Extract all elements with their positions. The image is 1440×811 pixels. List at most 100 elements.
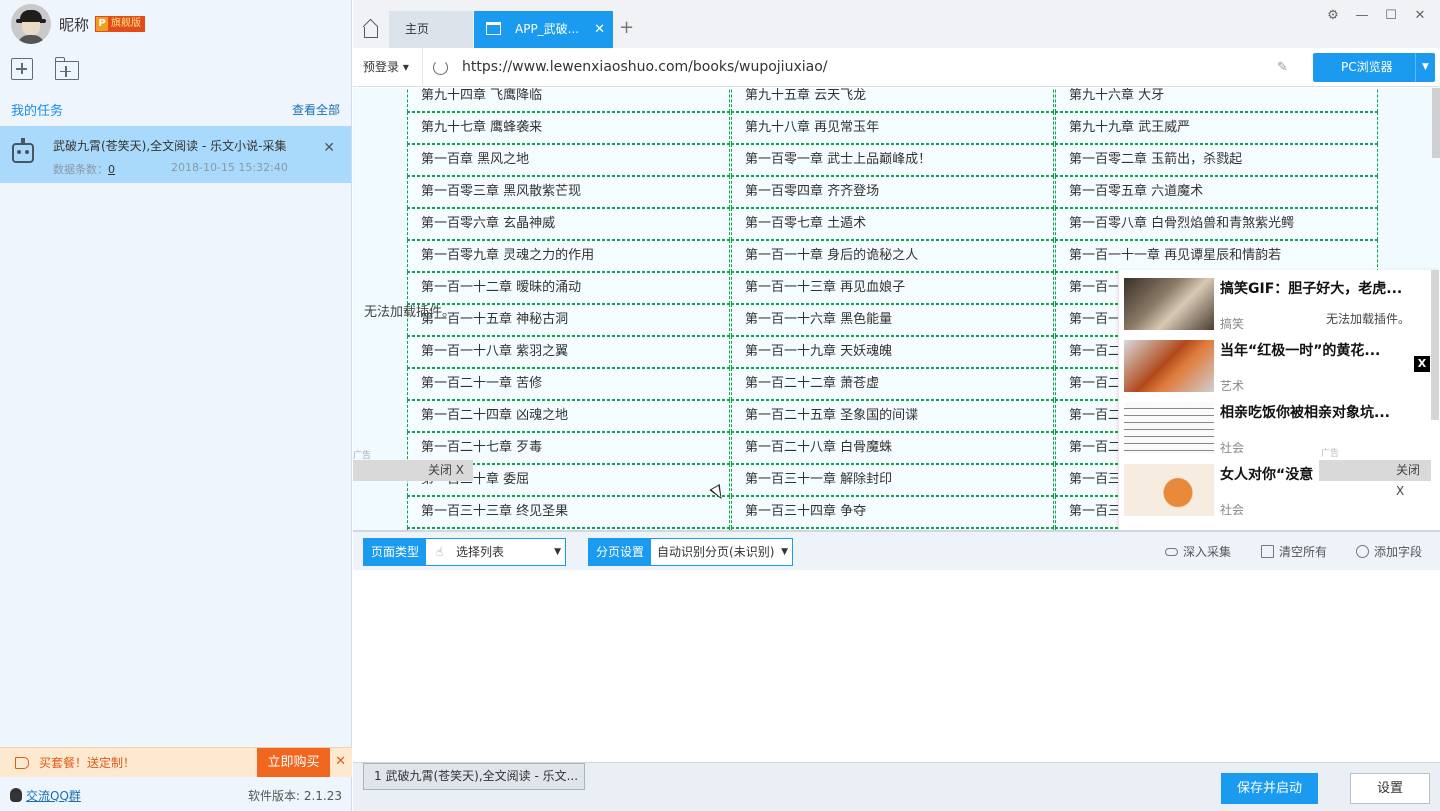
new-task-icon[interactable]: [11, 58, 33, 80]
ad-category: 艺术: [1220, 379, 1245, 393]
chapter-link[interactable]: 第九十八章 再见常玉年: [731, 112, 1054, 144]
chapter-link[interactable]: 第一百一十二章 暧昧的涌动: [407, 272, 730, 304]
web-view[interactable]: 第九十四章 飞鹰降临 第九十五章 云天飞龙 第九十六章 大牙 第九十七章 鹰蜂袭来 第九…: [353, 88, 1440, 530]
clear-all-button[interactable]: 清空所有: [1261, 543, 1327, 560]
url-input[interactable]: https://www.lewenxiaoshuo.com/books/wupo…: [462, 52, 1277, 82]
plugin-message: 无法加载插件。: [364, 305, 456, 320]
ad-dismiss-icon[interactable]: X: [1414, 356, 1430, 372]
chapter-link[interactable]: 第一百一十九章 天妖魂魄: [731, 336, 1054, 368]
ad-item[interactable]: 相亲吃饭你被相亲对象坑... 社会: [1124, 402, 1424, 462]
chapter-link[interactable]: 第一百零二章 玉箭出，杀戮起: [1055, 144, 1378, 176]
chapter-link[interactable]: 第一百二十五章 圣象国的间谍: [731, 400, 1054, 432]
chapter-link[interactable]: 第一百零四章 齐齐登场: [731, 176, 1054, 208]
chapter-link[interactable]: 第一百章 黑风之地: [407, 144, 730, 176]
ad-title: 搞笑GIF：胆子好大，老虎...: [1220, 281, 1403, 297]
ad-scrollbar[interactable]: [1431, 270, 1439, 420]
chapter-link[interactable]: 第一百二十八章 白骨魔蛛: [731, 432, 1054, 464]
browser-dropdown-icon[interactable]: ▼: [1415, 53, 1435, 82]
link-icon: [1165, 547, 1178, 556]
chapter-row: 第一百章 黑风之地 第一百零一章 武士上品巅峰成！ 第一百零二章 玉箭出，杀戮起: [407, 144, 1378, 176]
chapter-link[interactable]: 第九十九章 武王威严: [1055, 112, 1378, 144]
chapter-link[interactable]: 第一百二十四章 凶魂之地: [407, 400, 730, 432]
ad-close-left-button[interactable]: 关闭 X: [353, 460, 473, 481]
ad-thumbnail: [1124, 402, 1214, 454]
task-header: 我的任务 查看全部: [0, 92, 351, 126]
chapter-link[interactable]: 第一百零五章 六道魔术: [1055, 176, 1378, 208]
ad-title: 当年“红极一时”的黄花...: [1220, 343, 1381, 359]
chapter-link[interactable]: 第一百三十一章 解除封印: [731, 464, 1054, 496]
page-type-value[interactable]: ☝ 选择列表 ▼: [426, 539, 565, 565]
reload-icon[interactable]: [433, 59, 448, 75]
chapter-link[interactable]: 第一百一十六章 黑色能量: [731, 304, 1054, 336]
qq-group-link[interactable]: 交流QQ群: [10, 787, 81, 804]
ad-item[interactable]: 当年“红极一时”的黄花... 艺术: [1124, 340, 1424, 400]
sidebar-footer: 交流QQ群 软件版本: 2.1.23: [0, 779, 352, 811]
promo-banner: 买套餐！送定制！ 立即购买 ✕: [0, 747, 352, 777]
page-type-label: 页面类型: [364, 539, 427, 565]
chapter-link[interactable]: 第一百一十八章 紫羽之翼: [407, 336, 730, 368]
task-tab[interactable]: 1 武破九霄(苍笑天),全文阅读 - 乐文...: [363, 763, 585, 790]
chapter-link[interactable]: 第一百零三章 黑风散紫芒现: [407, 176, 730, 208]
home-icon[interactable]: [353, 11, 389, 48]
chapter-link[interactable]: 第一百三十四章 争夺: [731, 496, 1054, 528]
chapter-link[interactable]: 第一百一十三章 再见血娘子: [731, 272, 1054, 304]
tab-home[interactable]: 主页: [389, 11, 473, 48]
user-header: 昵称 P 旗舰版: [0, 0, 351, 48]
chapter-link[interactable]: 第一百零一章 武士上品巅峰成！: [731, 144, 1054, 176]
page-scrollbar[interactable]: [1432, 88, 1440, 158]
deep-collect-button[interactable]: 深入采集: [1165, 543, 1231, 560]
minimize-icon[interactable]: —: [1355, 8, 1369, 23]
promo-close-icon[interactable]: ✕: [335, 754, 346, 769]
add-field-button[interactable]: 添加字段: [1356, 543, 1422, 560]
save-and-start-button[interactable]: 保存并启动: [1221, 773, 1318, 804]
chapter-row: 第一百零三章 黑风散紫芒现 第一百零四章 齐齐登场 第一百零五章 六道魔术: [407, 176, 1378, 208]
chapter-link[interactable]: 第一百二十二章 萧苍虚: [731, 368, 1054, 400]
paging-value[interactable]: 自动识别分页(未识别) ▼: [651, 539, 792, 565]
pc-browser-button[interactable]: PC浏览器 ▼: [1313, 53, 1435, 82]
window-close-icon[interactable]: ✕: [1413, 8, 1427, 23]
task-count-value[interactable]: 0: [108, 163, 115, 176]
edit-pencil-icon[interactable]: ✎: [1277, 60, 1291, 75]
buy-now-button[interactable]: 立即购买: [257, 748, 330, 777]
sidebar-toolbar: [0, 48, 351, 90]
avatar[interactable]: [11, 4, 51, 44]
window-controls: ⚙ — ☐ ✕: [1326, 8, 1440, 23]
page-type-select[interactable]: 页面类型 ☝ 选择列表 ▼: [363, 538, 566, 566]
bottom-bar: 1 武破九霄(苍笑天),全文阅读 - 乐文... 保存并启动 设置: [353, 762, 1440, 811]
chapter-link[interactable]: 第九十七章 鹰蜂袭来: [407, 112, 730, 144]
task-close-icon[interactable]: ✕: [323, 140, 335, 156]
dropdown-arrow-icon: ▼: [781, 547, 788, 557]
add-tab-icon[interactable]: +: [619, 17, 634, 38]
chapter-link[interactable]: 第一百二十一章 苦修: [407, 368, 730, 400]
task-item[interactable]: 武破九霄(苍笑天),全文阅读 - 乐文小说-采集 数据条数：0 2018-10-…: [0, 126, 351, 183]
chapter-link[interactable]: 第一百零八章 白骨烈焰兽和青煞紫光鳄: [1055, 208, 1378, 240]
ad-item[interactable]: 搞笑GIF：胆子好大，老虎... 搞笑 无法加载插件。: [1124, 278, 1424, 338]
chapter-link[interactable]: 第九十五章 云天飞龙: [731, 88, 1054, 112]
chapter-link[interactable]: 第一百零九章 灵魂之力的作用: [407, 240, 730, 272]
chapter-link[interactable]: 第一百三十三章 终见圣果: [407, 496, 730, 528]
pre-login-dropdown[interactable]: 预登录 ▾: [353, 47, 423, 87]
tab-app-label: APP_武破...: [515, 22, 580, 36]
settings-button[interactable]: 设置: [1350, 773, 1430, 804]
pointer-hand-icon: ☝: [436, 545, 444, 559]
chapter-link[interactable]: 第一百一十一章 再见谭星辰和情韵若: [1055, 240, 1378, 272]
new-folder-icon[interactable]: [54, 56, 79, 80]
tab-app[interactable]: APP_武破... ✕: [474, 11, 613, 48]
chapter-row: 第一百零六章 玄晶神威 第一百零七章 土遁术 第一百零八章 白骨烈焰兽和青煞紫光鳄: [407, 208, 1378, 240]
chapter-link[interactable]: 第一百一十章 身后的诡秘之人: [731, 240, 1054, 272]
chapter-link[interactable]: 第一百一十五章 神秘古洞: [407, 304, 730, 336]
tab-close-icon[interactable]: ✕: [594, 11, 605, 48]
ad-panel: 搞笑GIF：胆子好大，老虎... 搞笑 无法加载插件。 当年“红极一时”的黄花.…: [1118, 270, 1440, 530]
chapter-link[interactable]: 第一百零六章 玄晶神威: [407, 208, 730, 240]
paging-select[interactable]: 分页设置 自动识别分页(未识别) ▼: [588, 538, 793, 566]
chapter-link[interactable]: 第九十四章 飞鹰降临: [407, 88, 730, 112]
ad-close-right-button[interactable]: 关闭 X: [1319, 460, 1431, 498]
nickname[interactable]: 昵称: [59, 14, 89, 35]
settings-gear-icon[interactable]: ⚙: [1326, 8, 1340, 23]
chapter-link[interactable]: 第九十六章 大牙: [1055, 88, 1378, 112]
config-panel: 页面类型 ☝ 选择列表 ▼ 分页设置 自动识别分页(未识别) ▼ 深入采集 清空所有 …: [353, 530, 1440, 761]
maximize-icon[interactable]: ☐: [1384, 8, 1398, 23]
view-all-link[interactable]: 查看全部: [292, 101, 340, 118]
chapter-link[interactable]: 第一百零七章 土遁术: [731, 208, 1054, 240]
ad-category: 社会: [1220, 503, 1245, 517]
